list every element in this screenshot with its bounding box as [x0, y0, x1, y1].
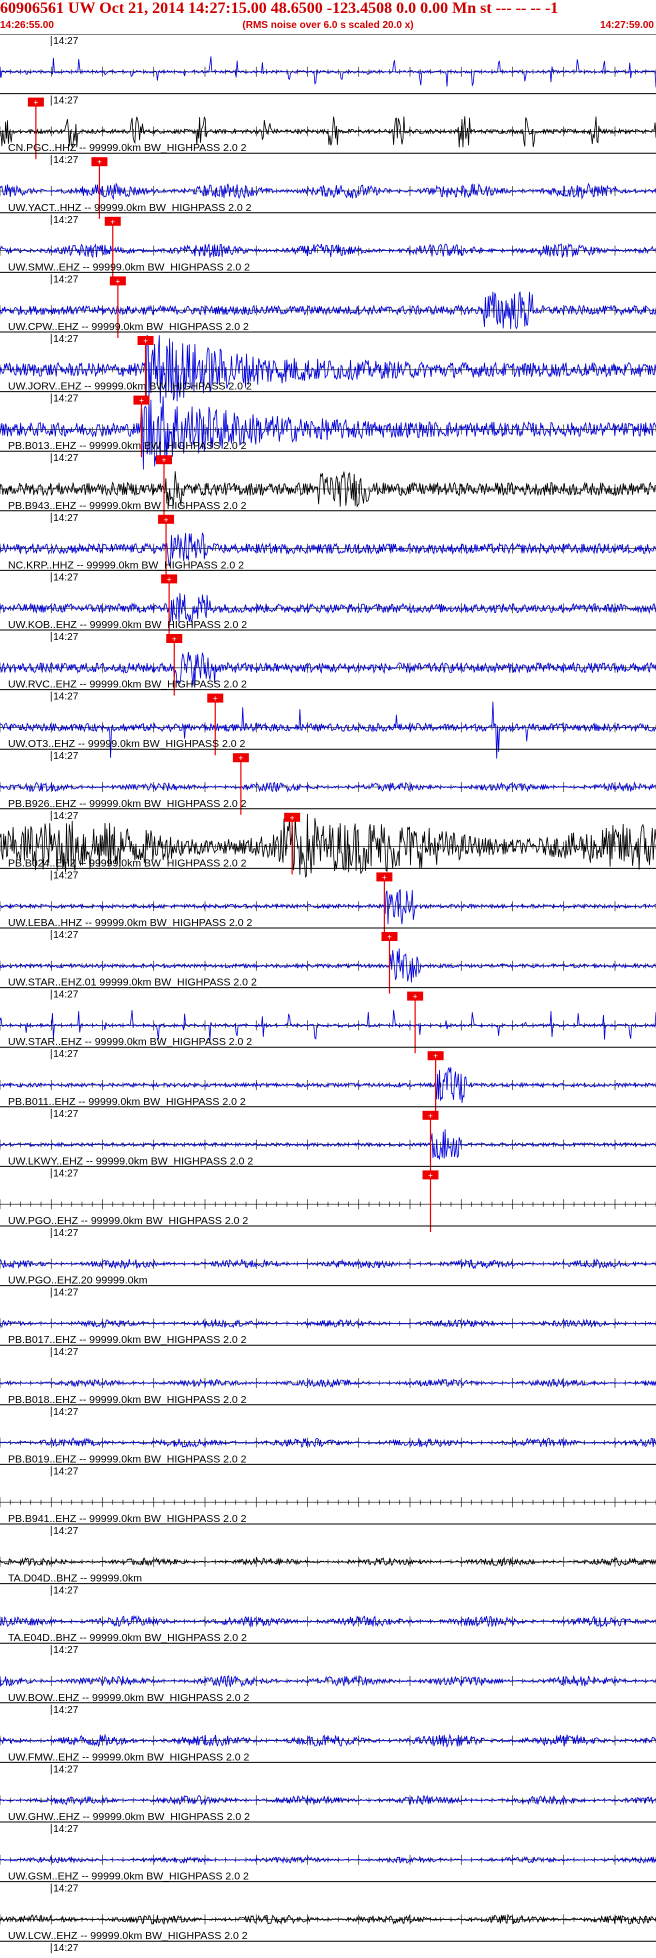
minute-tick-label: 14:27 — [53, 990, 78, 1001]
station-label: PB.B943..EHZ -- 99999.0km BW_HIGHPASS 2.… — [8, 500, 247, 512]
minute-tick-label: 14:27 — [53, 1168, 78, 1179]
waveform-trace — [0, 1913, 656, 1925]
minute-tick-label: 14:27 — [53, 930, 78, 941]
pick-label: + — [239, 754, 244, 763]
seismogram-panel: 14:27 14:27 + CN.PGC..HHZ -- 99999.0km BW_H… — [0, 34, 656, 1954]
pick-label: + — [382, 873, 387, 882]
minute-tick-label: 14:27 — [53, 1764, 78, 1775]
pick-label: + — [139, 396, 144, 405]
minute-tick-label: 14:27 — [53, 36, 78, 47]
pick-label: + — [162, 456, 167, 465]
station-label: UW.OT3..EHZ -- 99999.0km BW_HIGHPASS 2.0… — [8, 738, 245, 750]
waveform-trace — [0, 396, 656, 470]
pick-label: + — [143, 337, 148, 346]
pick-label: + — [167, 575, 172, 584]
minute-tick-label: 14:27 — [53, 811, 78, 822]
station-label: PB.B024..EHZ -- 99999.0km BW_HIGHPASS 2.… — [8, 857, 247, 869]
station-label: PB.B018..EHZ -- 99999.0km BW_HIGHPASS 2.… — [8, 1394, 247, 1406]
minute-tick-label: 14:27 — [53, 1347, 78, 1358]
station-label: UW.LKWY..EHZ -- 99999.0km BW_HIGHPASS 2.… — [8, 1155, 253, 1167]
pick-label: + — [34, 98, 39, 107]
station-label: CN.PGC..HHZ -- 99999.0km BW_HIGHPASS 2.0… — [8, 142, 247, 154]
minute-tick-label: 14:27 — [53, 1109, 78, 1120]
station-label: PB.B013..EHZ -- 99999.0km BW_HIGHPASS 2.… — [8, 440, 247, 452]
minute-tick-label: 14:27 — [53, 870, 78, 881]
station-label: PB.B019..EHZ -- 99999.0km BW_HIGHPASS 2.… — [8, 1453, 247, 1465]
minute-tick-label: 14:27 — [53, 394, 78, 405]
station-label: PB.B941..EHZ -- 99999.0km BW_HIGHPASS 2.… — [8, 1513, 247, 1525]
plot-header: 60906561 UW Oct 21, 2014 14:27:15.00 48.… — [0, 0, 656, 34]
station-label: UW.YACT..HHZ -- 99999.0km BW_HIGHPASS 2.… — [8, 202, 252, 214]
minute-tick-label: 14:27 — [53, 1466, 78, 1477]
minute-tick-label: 14:27 — [53, 453, 78, 464]
station-label: TA.E04D..BHZ -- 99999.0km BW_HIGHPASS 2.… — [8, 1632, 247, 1644]
waveform-trace — [0, 781, 656, 793]
minute-tick-label: 14:27 — [53, 1884, 78, 1895]
minute-tick-label: 14:27 — [53, 1943, 78, 1954]
end-time-label: 14:27:59.00 — [600, 20, 654, 31]
station-label: PB.B017..EHZ -- 99999.0km BW_HIGHPASS 2.… — [8, 1334, 247, 1346]
station-label: UW.PGO..EHZ.20 99999.0km — [8, 1275, 148, 1287]
minute-tick-label: 14:27 — [53, 155, 78, 166]
minute-tick-label: 14:27 — [53, 632, 78, 643]
station-label: UW.GSM..EHZ -- 99999.0km BW_HIGHPASS 2.0… — [8, 1871, 249, 1883]
minute-tick-label: 14:27 — [53, 96, 78, 107]
minute-tick-label: 14:27 — [53, 1288, 78, 1299]
minute-tick-label: 14:27 — [53, 1824, 78, 1835]
station-label: UW.RVC..EHZ -- 99999.0km BW_HIGHPASS 2.0… — [8, 679, 247, 691]
station-label: UW.LCW..EHZ -- 99999.0km BW_HIGHPASS 2.0… — [8, 1930, 248, 1942]
station-label: UW.BOW..EHZ -- 99999.0km BW_HIGHPASS 2.0… — [8, 1692, 250, 1704]
station-label: TA.D04D..BHZ -- 99999.0km — [8, 1573, 142, 1585]
station-label: UW.GHW..EHZ -- 99999.0km BW_HIGHPASS 2.0… — [8, 1811, 250, 1823]
station-label: UW.CPW..EHZ -- 99999.0km BW_HIGHPASS 2.0… — [8, 321, 249, 333]
pick-label: + — [290, 813, 295, 822]
pick-label: + — [164, 515, 169, 524]
pick-label: + — [172, 635, 177, 644]
pick-label: + — [116, 277, 121, 286]
station-label: UW.KOB..EHZ -- 99999.0km BW_HIGHPASS 2.0… — [8, 619, 247, 631]
station-label: UW.JORV..EHZ -- 99999.0km BW_HIGHPASS 2.… — [8, 381, 252, 393]
station-label: UW.LEBA..HHZ -- 99999.0km BW_HIGHPASS 2.… — [8, 917, 252, 929]
scaling-note: (RMS noise over 6.0 s scaled 20.0 x) — [242, 20, 414, 31]
minute-tick-label: 14:27 — [53, 1228, 78, 1239]
pick-label: + — [213, 694, 218, 703]
station-label: PB.B011..EHZ -- 99999.0km BW_HIGHPASS 2.… — [8, 1096, 246, 1108]
waveform-trace — [0, 334, 656, 404]
station-label: UW.STAR..EHZ.01 99999.0km BW_HIGHPASS 2.… — [8, 977, 257, 989]
station-label: UW.STAR..EHZ -- 99999.0km BW_HIGHPASS 2.… — [8, 1036, 252, 1048]
minute-tick-label: 14:27 — [53, 513, 78, 524]
minute-tick-label: 14:27 — [53, 751, 78, 762]
pick-label: + — [428, 1111, 433, 1120]
minute-tick-label: 14:27 — [53, 1705, 78, 1716]
minute-tick-label: 14:27 — [53, 215, 78, 226]
station-label: NC.KRP..HHZ -- 99999.0km BW_HIGHPASS 2.0… — [8, 559, 244, 571]
station-label: UW.PGO..EHZ -- 99999.0km BW_HIGHPASS 2.0… — [8, 1215, 248, 1227]
minute-tick-label: 14:27 — [53, 572, 78, 583]
minute-tick-label: 14:27 — [53, 1049, 78, 1060]
minute-tick-label: 14:27 — [53, 1407, 78, 1418]
pick-label: + — [413, 992, 418, 1001]
minute-tick-label: 14:27 — [53, 1526, 78, 1537]
station-label: UW.FMW..EHZ -- 99999.0km BW_HIGHPASS 2.0… — [8, 1751, 250, 1763]
minute-tick-label: 14:27 — [53, 692, 78, 703]
pick-label: + — [387, 933, 392, 942]
minute-tick-label: 14:27 — [53, 1645, 78, 1656]
minute-tick-label: 14:27 — [53, 1586, 78, 1597]
pick-label: + — [110, 217, 115, 226]
event-title: 60906561 UW Oct 21, 2014 14:27:15.00 48.… — [0, 0, 559, 17]
station-label: PB.B926..EHZ -- 99999.0km BW_HIGHPASS 2.… — [8, 798, 247, 810]
minute-tick-label: 14:27 — [53, 274, 78, 285]
pick-label: + — [428, 1171, 433, 1180]
pick-label: + — [97, 158, 102, 167]
station-label: UW.SMW..EHZ -- 99999.0km BW_HIGHPASS 2.0… — [8, 261, 250, 273]
pick-label: + — [433, 1052, 438, 1061]
minute-tick-label: 14:27 — [53, 334, 78, 345]
